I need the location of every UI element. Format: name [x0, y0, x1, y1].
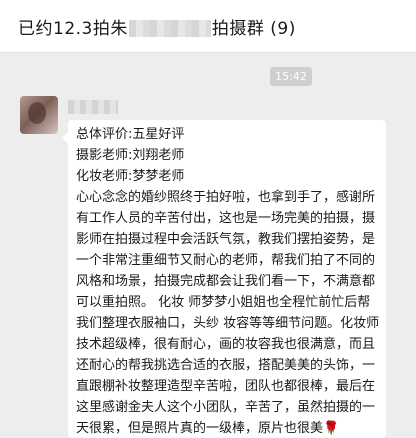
group-title-start: 已约12.3拍朱 — [18, 19, 128, 39]
rose-icon: 🌹 — [323, 421, 340, 436]
chat-header: 已约12.3拍朱 拍摄群 (9) — [0, 0, 416, 53]
review-body-text: 心心念念的婚纱照终于拍好啦，也拿到手了，感谢所有工作人员的辛苦付出，这也是一场完… — [76, 190, 380, 436]
sender-name-redacted — [68, 100, 118, 114]
redacted-name — [128, 20, 211, 37]
avatar[interactable] — [20, 96, 58, 134]
makeup-artist-line: 化妆老师:梦梦老师 — [76, 169, 185, 184]
group-title[interactable]: 已约12.3拍朱 拍摄群 (9) — [18, 14, 296, 39]
group-title-end: 拍摄群 (9) — [211, 19, 296, 39]
message-timestamp: 15:42 — [270, 67, 312, 86]
review-rating-line: 总体评价:五星好评 — [76, 127, 185, 142]
review-body: 心心念念的婚纱照终于拍好啦，也拿到手了，感谢所有工作人员的辛苦付出，这也是一场完… — [76, 187, 380, 438]
photographer-line: 摄影老师:刘翔老师 — [76, 148, 185, 163]
message-bubble[interactable]: 总体评价:五星好评 摄影老师:刘翔老师 化妆老师:梦梦老师 心心念念的婚纱照终于… — [68, 120, 386, 438]
